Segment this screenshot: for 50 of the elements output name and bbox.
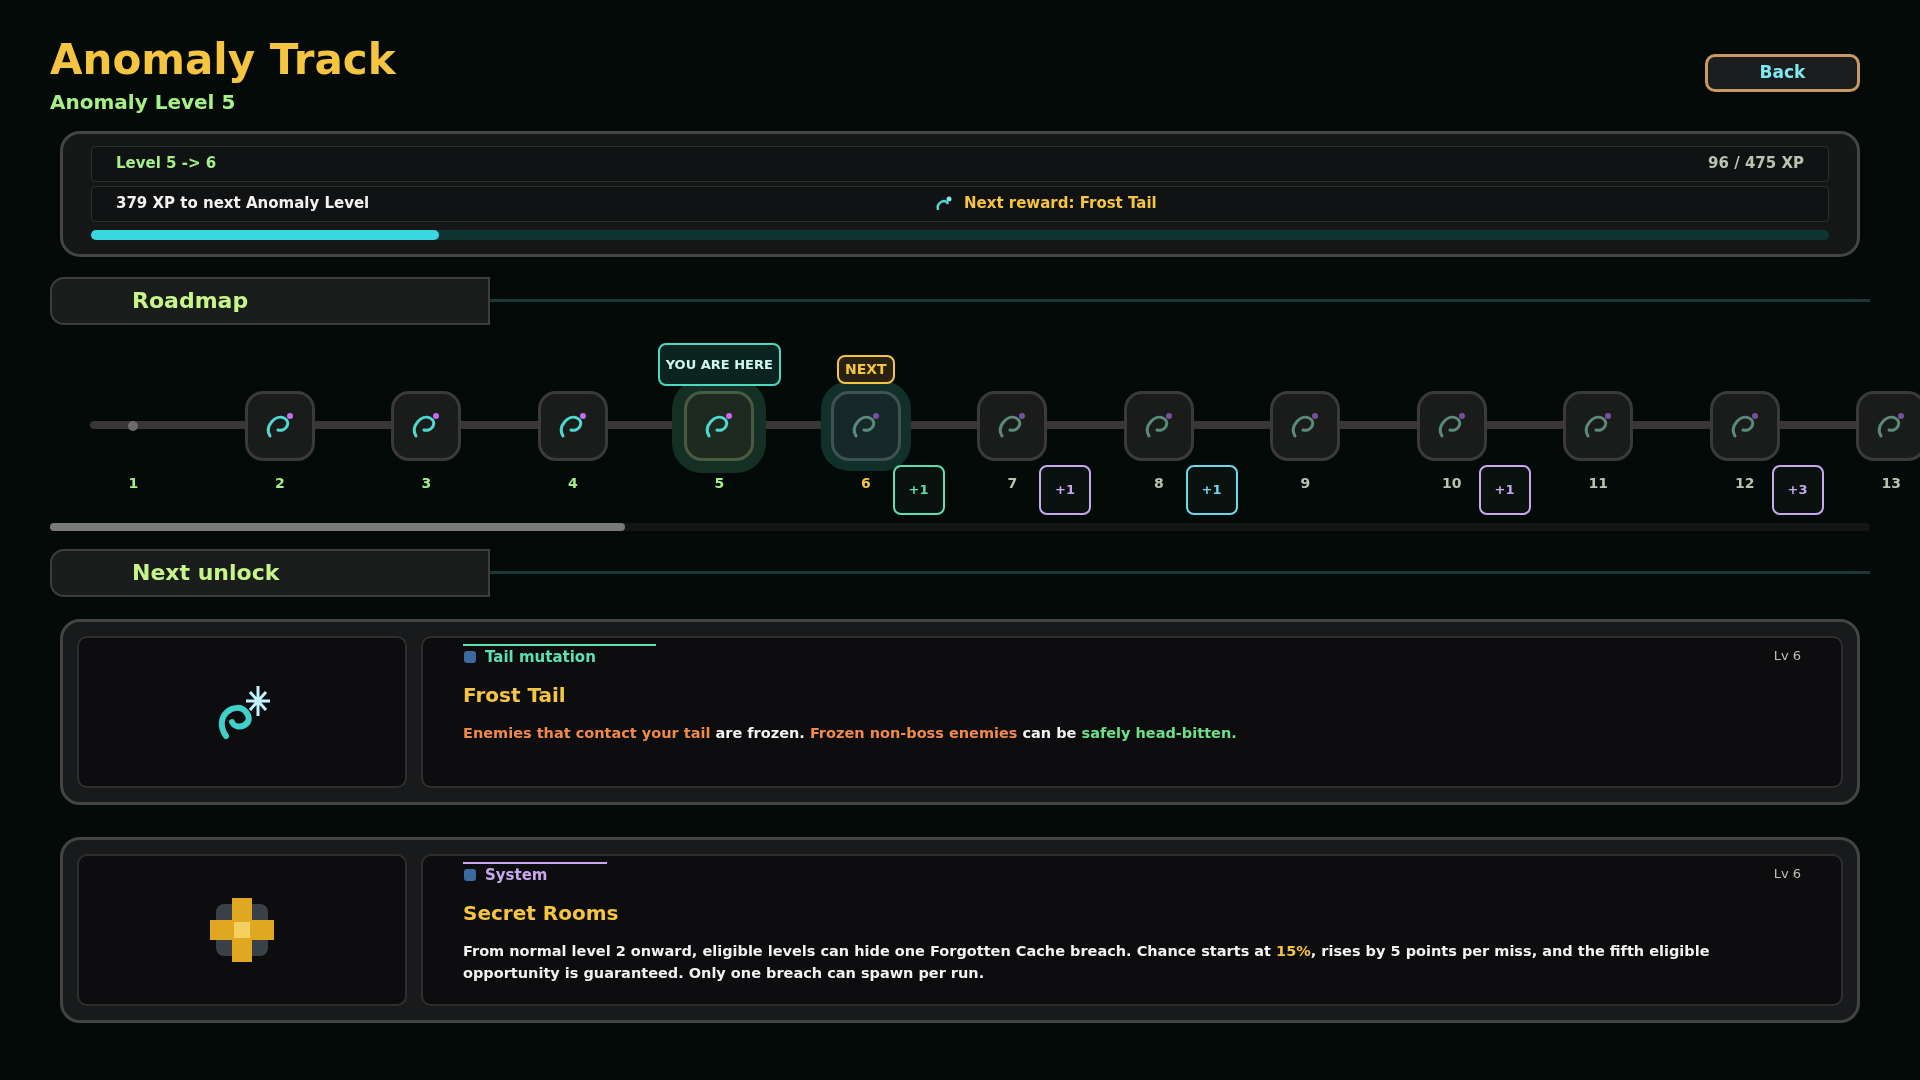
reward-node[interactable] xyxy=(1709,390,1780,461)
bonus-badge: +1 xyxy=(892,464,945,515)
category-icon xyxy=(463,867,477,882)
category-icon xyxy=(463,649,477,664)
level-number: 8 xyxy=(1153,473,1164,493)
bonus-badge: +1 xyxy=(1185,464,1238,515)
level-number: 13 xyxy=(1881,473,1901,493)
unlock-description: From normal level 2 onward, eligible levels can hide one Forgotten Cache breach. Chance starts at 15%, rises by 5 points per miss, and the fifth eligible opportunity is guaranteed. Only one breach can spawn per run. xyxy=(463,942,1711,983)
level-number: 11 xyxy=(1588,473,1608,493)
reward-node[interactable] xyxy=(1416,390,1487,461)
level-number: 7 xyxy=(1007,473,1018,493)
level-range-label: Level 5 -> 6 xyxy=(116,153,217,175)
section-header: Roadmap xyxy=(50,276,490,325)
level-requirement: Lv 6 xyxy=(1773,865,1801,883)
anomaly-level-label: Anomaly Level 5 xyxy=(50,88,237,116)
section-header: Next unlock xyxy=(50,548,490,597)
bonus-badge: +1 xyxy=(1039,464,1091,515)
level-number: 4 xyxy=(567,473,578,493)
location-tooltip: YOU ARE HERE xyxy=(657,342,781,386)
category-label: Tail mutation xyxy=(485,646,596,668)
next-tooltip: NEXT xyxy=(836,354,895,384)
bonus-badge: +3 xyxy=(1771,464,1824,515)
reward-node[interactable] xyxy=(537,390,608,461)
bonus-badge: +1 xyxy=(1478,464,1531,515)
level-number: 9 xyxy=(1300,473,1311,493)
reward-node[interactable] xyxy=(1270,390,1341,461)
unlock-title: Secret Rooms xyxy=(463,900,620,927)
unlock-description: Enemies that contact your tail are frozen. Frozen non-boss enemies can be safely head-bitten. xyxy=(463,724,1238,743)
reward-node[interactable] xyxy=(1563,390,1634,461)
scrollbar-thumb[interactable] xyxy=(50,522,625,531)
next-reward-label: Next reward: Frost Tail xyxy=(964,193,1157,215)
unlock-title: Frost Tail xyxy=(463,682,567,709)
level-requirement: Lv 6 xyxy=(1773,647,1801,665)
xp-remaining-label: 379 XP to next Anomaly Level xyxy=(115,193,371,215)
level-number: 2 xyxy=(274,473,285,493)
page-title: Anomaly Track xyxy=(50,34,396,86)
reward-node[interactable] xyxy=(244,390,315,461)
back-button[interactable]: Back xyxy=(1705,54,1860,92)
reward-node[interactable] xyxy=(1123,390,1194,461)
level-number: 6 xyxy=(860,473,871,493)
reward-node[interactable] xyxy=(391,390,462,461)
level-number: 5 xyxy=(714,473,725,493)
category-label: System xyxy=(485,864,548,886)
xp-reading: 96 / 475 XP xyxy=(1708,153,1804,175)
level-number: 3 xyxy=(421,473,432,493)
level-number: 12 xyxy=(1735,473,1755,493)
reward-node[interactable] xyxy=(977,390,1048,461)
level-number: 1 xyxy=(128,473,139,493)
reward-node[interactable] xyxy=(1856,390,1920,461)
level-number: 10 xyxy=(1442,473,1462,493)
